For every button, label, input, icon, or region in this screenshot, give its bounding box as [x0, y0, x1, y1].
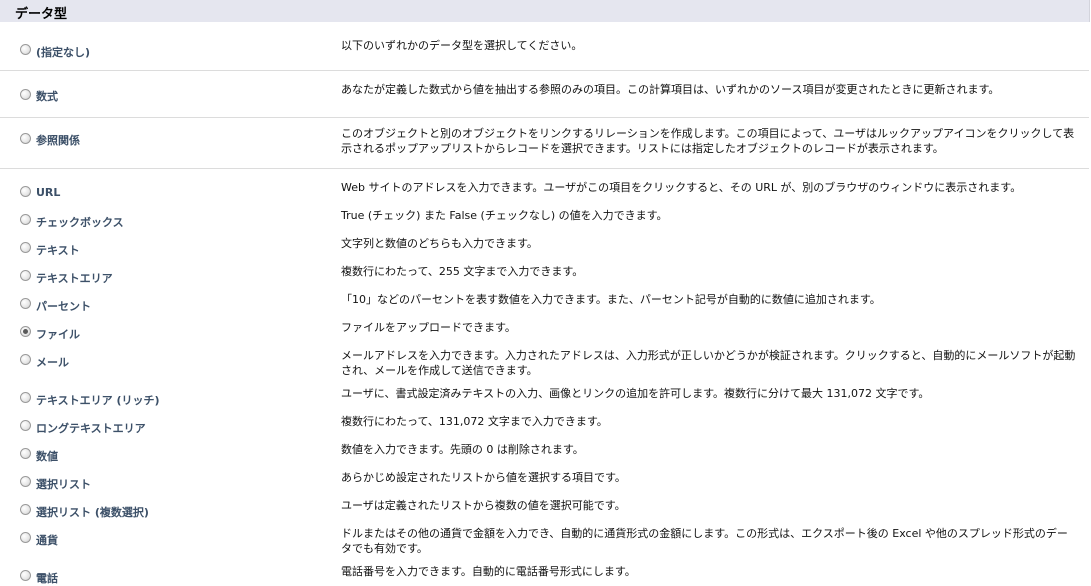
row-divider [0, 168, 1089, 169]
option-description: Web サイトのアドレスを入力できます。ユーザがこの項目をクリックすると、その … [341, 181, 1022, 194]
radio-button[interactable] [20, 270, 31, 281]
option-label[interactable]: (指定なし) [36, 44, 90, 60]
radio-button[interactable] [20, 214, 31, 225]
option-description: ファイルをアップロードできます。 [341, 321, 516, 334]
radio-button[interactable] [20, 570, 31, 581]
option-label[interactable]: ロングテキストエリア [36, 420, 146, 436]
radio-button[interactable] [20, 448, 31, 459]
option-label[interactable]: メール [36, 354, 69, 370]
option-description: あらかじめ設定されたリストから値を選択する項目です。 [341, 471, 626, 484]
option-description: ユーザは定義されたリストから複数の値を選択可能です。 [341, 499, 626, 512]
option-description: メールアドレスを入力できます。入力されたアドレスは、入力形式が正しいかどうかが検… [341, 349, 1076, 377]
radio-button[interactable] [20, 504, 31, 515]
option-description: 数値を入力できます。先頭の 0 は削除されます。 [341, 443, 584, 456]
row-divider [0, 70, 1089, 71]
option-description: 文字列と数値のどちらも入力できます。 [341, 237, 538, 250]
option-label[interactable]: 通貨 [36, 532, 58, 548]
option-label[interactable]: 選択リスト (複数選択) [36, 504, 149, 520]
option-label[interactable]: 選択リスト [36, 476, 91, 492]
option-label[interactable]: テキストエリア (リッチ) [36, 392, 160, 408]
option-description: ドルまたはその他の通貨で金額を入力でき、自動的に通貨形式の金額にします。この形式… [341, 527, 1068, 555]
radio-button[interactable] [20, 354, 31, 365]
option-label[interactable]: パーセント [36, 298, 91, 314]
option-label[interactable]: ファイル [36, 326, 80, 342]
row-divider [0, 117, 1089, 118]
section-header: データ型 [0, 0, 1090, 22]
option-label[interactable]: テキスト [36, 242, 80, 258]
option-label[interactable]: URL [36, 186, 60, 199]
radio-button[interactable] [20, 532, 31, 543]
option-label[interactable]: 数値 [36, 448, 58, 464]
option-label[interactable]: 数式 [36, 88, 58, 104]
radio-button[interactable] [20, 44, 31, 55]
option-description: 「10」などのパーセントを表す数値を入力できます。また、パーセント記号が自動的に… [341, 293, 881, 306]
radio-button-selected[interactable] [20, 326, 31, 337]
option-description: 複数行にわたって、131,072 文字まで入力できます。 [341, 415, 608, 428]
option-description: 電話番号を入力できます。自動的に電話番号形式にします。 [341, 565, 636, 578]
radio-button[interactable] [20, 242, 31, 253]
option-label[interactable]: 参照関係 [36, 132, 80, 148]
radio-button[interactable] [20, 186, 31, 197]
radio-button[interactable] [20, 133, 31, 144]
option-description: このオブジェクトと別のオブジェクトをリンクするリレーションを作成します。この項目… [341, 127, 1075, 155]
option-description: True (チェック) また False (チェックなし) の値を入力できます。 [341, 209, 668, 222]
radio-button[interactable] [20, 298, 31, 309]
section-title: データ型 [15, 7, 68, 22]
radio-button[interactable] [20, 89, 31, 100]
radio-button[interactable] [20, 392, 31, 403]
option-description: 以下のいずれかのデータ型を選択してください。 [341, 39, 583, 52]
option-description: ユーザに、書式設定済みテキストの入力、画像とリンクの追加を許可します。複数行に分… [341, 387, 930, 400]
option-label[interactable]: 電話 [36, 570, 58, 586]
option-label[interactable]: チェックボックス [36, 214, 124, 230]
option-description: 複数行にわたって、255 文字まで入力できます。 [341, 265, 584, 278]
radio-button[interactable] [20, 476, 31, 487]
option-description: あなたが定義した数式から値を抽出する参照のみの項目。この計算項目は、いずれかのソ… [341, 83, 1000, 96]
radio-button[interactable] [20, 420, 31, 431]
option-label[interactable]: テキストエリア [36, 270, 113, 286]
